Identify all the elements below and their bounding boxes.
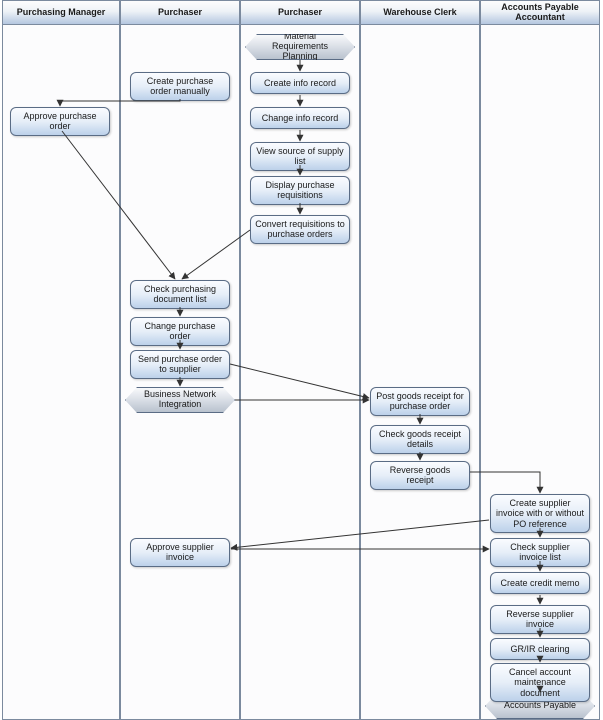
node-reverse-gr: Reverse goods receipt bbox=[370, 461, 470, 490]
node-create-memo: Create credit memo bbox=[490, 572, 590, 594]
node-convert-req: Convert requisitions to purchase orders bbox=[250, 215, 350, 244]
node-cancel-maint: Cancel account maintenance document bbox=[490, 663, 590, 702]
lane-header-purchaser-2: Purchaser bbox=[240, 0, 360, 25]
node-view-sos: View source of supply list bbox=[250, 142, 350, 171]
node-display-req: Display purchase requisitions bbox=[250, 176, 350, 205]
gateway-mrp: Material Requirements Planning bbox=[245, 34, 355, 60]
node-send-po: Send purchase order to supplier bbox=[130, 350, 230, 379]
gateway-bni: Business Network Integration bbox=[125, 387, 235, 413]
lane-header-warehouse-clerk: Warehouse Clerk bbox=[360, 0, 480, 25]
node-check-pdl: Check purchasing document list bbox=[130, 280, 230, 309]
lane-body-warehouse-clerk bbox=[360, 25, 480, 720]
node-change-info: Change info record bbox=[250, 107, 350, 129]
node-grir: GR/IR clearing bbox=[490, 638, 590, 660]
lane-header-purchasing-manager: Purchasing Manager bbox=[2, 0, 120, 25]
node-check-inv: Check supplier invoice list bbox=[490, 538, 590, 567]
node-approve-po: Approve purchase order bbox=[10, 107, 110, 136]
node-check-gr: Check goods receipt details bbox=[370, 425, 470, 454]
lane-header-purchaser-1: Purchaser bbox=[120, 0, 240, 25]
node-change-po: Change purchase order bbox=[130, 317, 230, 346]
node-reverse-inv: Reverse supplier invoice bbox=[490, 605, 590, 634]
node-create-info: Create info record bbox=[250, 72, 350, 94]
node-create-inv: Create supplier invoice with or without … bbox=[490, 494, 590, 533]
lane-body-purchaser-2 bbox=[240, 25, 360, 720]
lane-header-accounts-payable: Accounts Payable Accountant bbox=[480, 0, 600, 25]
node-approve-inv: Approve supplier invoice bbox=[130, 538, 230, 567]
node-post-gr: Post goods receipt for purchase order bbox=[370, 387, 470, 416]
swimlane-diagram: Purchasing Manager Purchaser Purchaser W… bbox=[0, 0, 603, 720]
node-create-po-manual: Create purchase order manually bbox=[130, 72, 230, 101]
